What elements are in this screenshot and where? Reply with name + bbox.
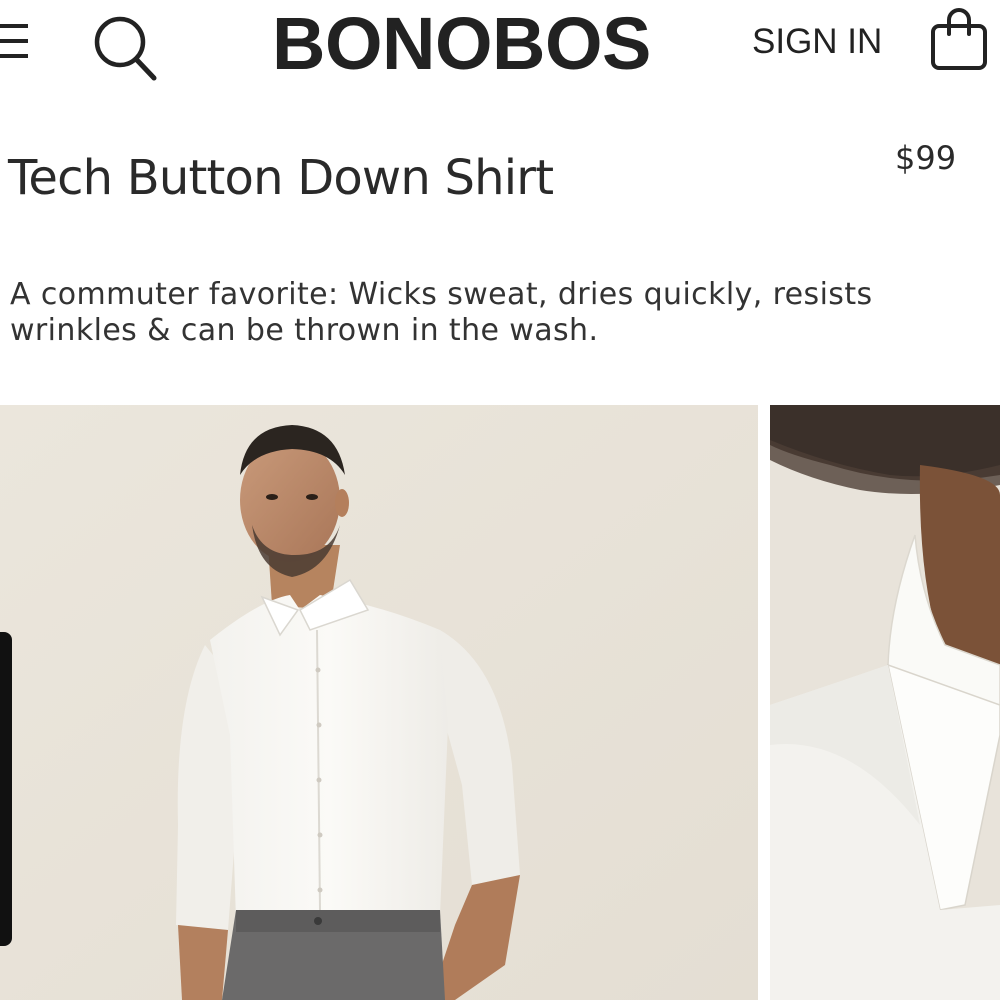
product-price: $99	[895, 139, 957, 177]
product-description: A commuter favorite: Wicks sweat, dries …	[10, 277, 873, 348]
product-image-gallery	[0, 405, 1000, 1000]
product-photo-collar-detail[interactable]	[770, 405, 1000, 1000]
site-header: BONOBOS SIGN IN	[0, 0, 1000, 100]
search-icon[interactable]	[90, 12, 160, 82]
product-page: BONOBOS SIGN IN Tech Button Down Shirt $…	[0, 0, 1000, 1000]
brand-logo[interactable]: BONOBOS	[272, 4, 651, 84]
product-title: Tech Button Down Shirt	[8, 150, 554, 206]
sign-in-link[interactable]: SIGN IN	[752, 22, 882, 62]
collar-illustration	[770, 405, 1000, 1000]
product-photo-model[interactable]	[0, 405, 758, 1000]
menu-icon[interactable]	[0, 18, 28, 64]
model-illustration	[0, 405, 758, 1000]
side-drawer-handle[interactable]	[0, 632, 12, 946]
shopping-bag-icon[interactable]	[930, 6, 988, 72]
